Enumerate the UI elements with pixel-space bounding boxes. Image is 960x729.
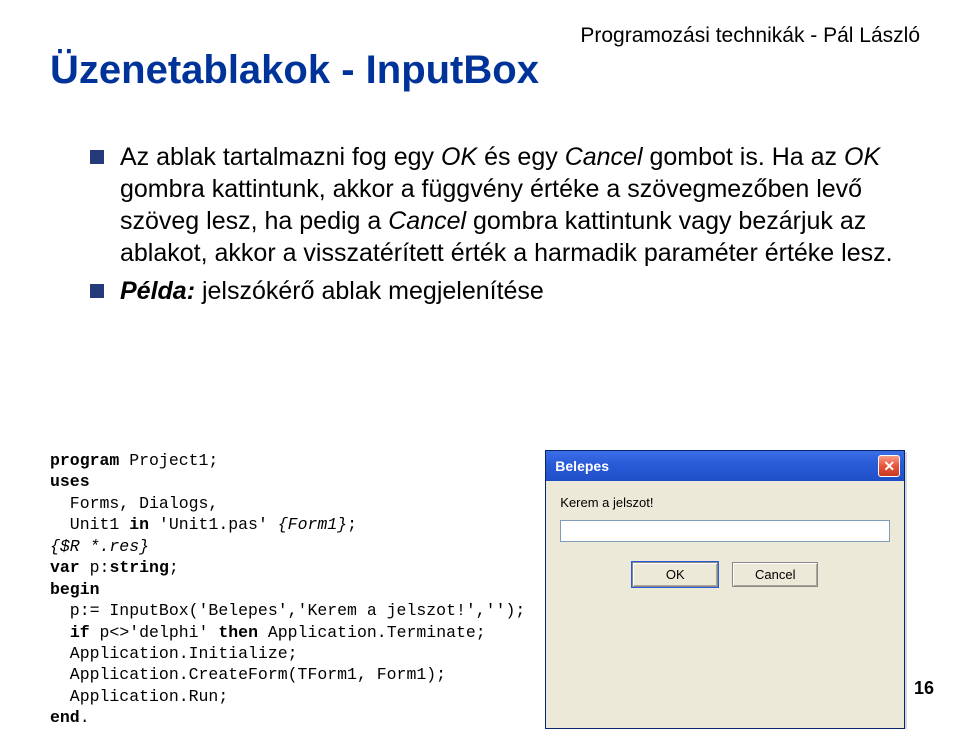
- bullet-icon: [90, 284, 104, 298]
- bullet-text: Az ablak tartalmazni fog egy OK és egy C…: [120, 141, 900, 269]
- page-title: Üzenetablakok - InputBox: [50, 48, 539, 93]
- bullet-item: Példa: jelszókérő ablak megjelenítése: [90, 275, 900, 307]
- dialog-titlebar: Belepes ✕: [546, 451, 904, 481]
- close-button[interactable]: ✕: [878, 455, 900, 477]
- ok-button[interactable]: OK: [632, 562, 718, 587]
- dialog-button-row: OK Cancel: [560, 562, 890, 587]
- inputbox-dialog: Belepes ✕ Kerem a jelszot! OK Cancel: [545, 450, 905, 729]
- page-number: 16: [914, 678, 934, 699]
- password-input[interactable]: [560, 520, 890, 542]
- code-snippet: program Project1; uses Forms, Dialogs, U…: [50, 450, 525, 729]
- dialog-prompt: Kerem a jelszot!: [560, 495, 890, 510]
- dialog-body: Kerem a jelszot! OK Cancel: [546, 481, 904, 601]
- dialog-title: Belepes: [555, 458, 878, 474]
- cancel-button[interactable]: Cancel: [732, 562, 818, 587]
- bullet-text: Példa: jelszókérő ablak megjelenítése: [120, 275, 544, 307]
- bullet-item: Az ablak tartalmazni fog egy OK és egy C…: [90, 141, 900, 269]
- body-content: Az ablak tartalmazni fog egy OK és egy C…: [90, 135, 900, 307]
- close-icon: ✕: [883, 459, 895, 473]
- bullet-icon: [90, 150, 104, 164]
- header-credit: Programozási technikák - Pál László: [580, 24, 920, 48]
